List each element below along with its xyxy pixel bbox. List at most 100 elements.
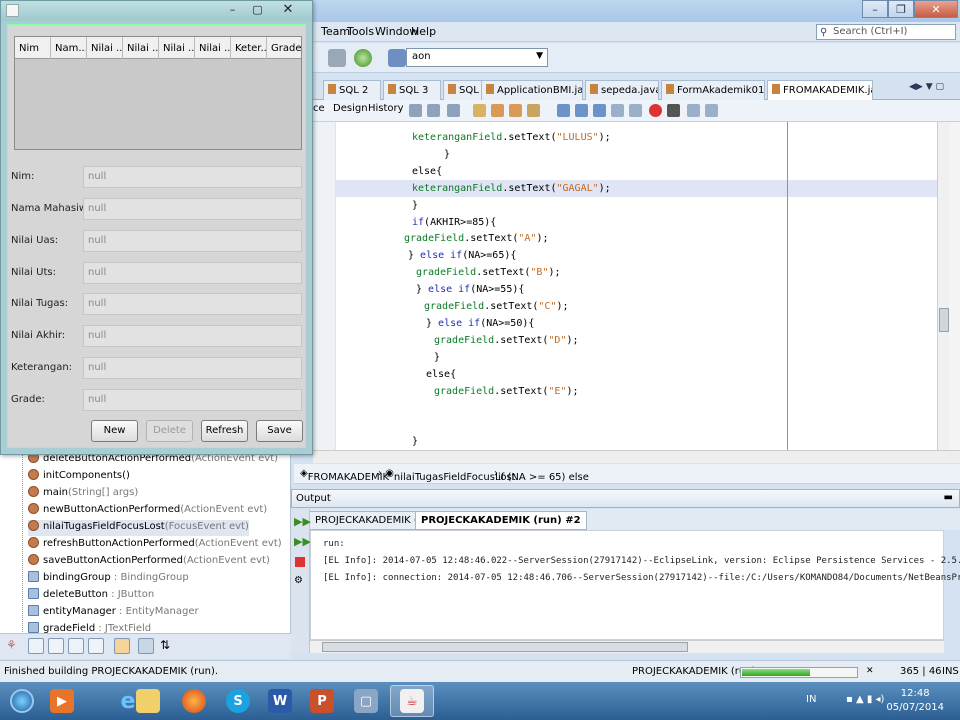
menu-help[interactable]: Help [411,25,436,38]
taskbar-powerpoint[interactable]: P [300,685,344,717]
column-header-nilai-uts[interactable]: Nilai ... [123,37,159,59]
stop-macro-icon[interactable] [667,104,680,117]
tab-formakademik01[interactable]: FormAkademik01.java [661,80,765,100]
tab-sepeda[interactable]: sepeda.java [585,80,659,100]
shift-right-icon[interactable] [629,104,642,117]
show-fields-icon[interactable] [68,638,84,654]
uncomment-icon[interactable] [705,104,718,117]
sort-name-icon[interactable] [28,638,44,654]
maximize-icon[interactable]: ▢ [245,2,270,19]
minimize-icon[interactable]: – [220,2,245,19]
output-console[interactable] [310,530,944,640]
nilai-akhir-field[interactable]: null [83,325,302,347]
tab-applicationbmi[interactable]: ApplicationBMI.java [481,80,583,100]
nilai-tugas-field[interactable]: null [83,293,302,315]
close-icon[interactable]: ✕ [914,0,958,18]
refresh-button[interactable]: Refresh [201,420,248,442]
find-previous-icon[interactable] [491,104,504,117]
navigator-item[interactable]: nilaiTugasFieldFocusLost(FocusEvent evt) [28,520,249,536]
input-language[interactable]: IN [806,694,816,705]
column-header-nama[interactable]: Nam... [51,37,87,59]
column-header-keterangan[interactable]: Keter... [231,37,267,59]
navigator-item[interactable]: bindingGroup : BindingGroup [28,571,189,587]
taskbar-skype[interactable]: S [216,685,260,717]
clock[interactable]: 12:48 05/07/2014 [886,687,944,715]
column-header-nilai-akhir[interactable]: Nilai ... [195,37,231,59]
tab-output-run-2[interactable]: PROJECKAKADEMIK (run) #2 [415,511,587,530]
column-header-nim[interactable]: Nim [15,37,51,59]
minimize-panel-icon[interactable]: ▬ [944,492,953,503]
data-table[interactable]: Nim Nam... Nilai ... Nilai ... Nilai ...… [14,36,302,150]
navigator-item[interactable]: refreshButtonActionPerformed(ActionEvent… [28,537,282,553]
editor-vertical-scrollbar[interactable] [937,122,949,450]
rerun-icon[interactable]: ▶▶ [294,515,311,528]
nilai-uts-field[interactable]: null [83,262,302,284]
show-inherited-icon[interactable] [114,638,130,654]
sort-icon[interactable]: ⇅ [160,638,176,654]
menu-tools[interactable]: Tools [347,25,374,38]
taskbar-java-app[interactable]: ☕ [390,685,434,717]
output-horizontal-scrollbar[interactable] [310,640,944,653]
find-next-icon[interactable] [509,104,522,117]
taskbar-media-player[interactable]: ▶ [40,685,84,717]
keterangan-field[interactable]: null [83,357,302,379]
nim-field[interactable]: null [83,166,302,188]
editor-horizontal-scrollbar[interactable] [313,450,960,463]
attach-debugger-icon[interactable] [388,49,406,67]
record-macro-icon[interactable] [649,104,662,117]
nilai-uas-field[interactable]: null [83,230,302,252]
navigator-item[interactable]: newButtonActionPerformed(ActionEvent evt… [28,503,267,519]
rerun-params-icon[interactable]: ▶▶ [294,535,311,548]
scroll-thumb[interactable] [322,642,688,652]
search-input[interactable]: ⚲ Search (Ctrl+I) [816,24,956,40]
show-static-icon[interactable] [88,638,104,654]
code-editor[interactable] [313,122,937,450]
history-button[interactable]: History [368,103,404,114]
find-icon[interactable] [473,104,486,117]
delete-button[interactable]: Delete [146,420,193,442]
breadcrumb-method[interactable]: › ◉ nilaiTugasFieldFocusLost [378,468,516,483]
shift-left-icon[interactable] [611,104,624,117]
close-task-icon[interactable]: ✕ [866,666,874,676]
back-icon[interactable] [409,104,422,117]
profile-icon[interactable] [354,49,372,67]
config-combo[interactable]: aon ▼ [406,48,548,67]
next-bookmark-icon[interactable] [575,104,588,117]
tab-fromakademik[interactable]: FROMAKADEMIK.java [767,80,873,100]
sort-source-icon[interactable] [48,638,64,654]
save-button[interactable]: Save [256,420,303,442]
tray-icons[interactable]: ▪ ▲ ▮ ◂) [846,694,884,705]
navigator-item[interactable]: deleteButton : JButton [28,588,154,604]
navigator-item[interactable]: entityManager : EntityManager [28,605,199,621]
taskbar-explorer[interactable] [126,685,170,717]
restore-icon[interactable]: ❐ [888,0,914,18]
start-button[interactable] [0,685,44,717]
comment-icon[interactable] [687,104,700,117]
breadcrumb-statement[interactable]: › if (NA >= 65) else [494,468,589,483]
stop-icon[interactable] [295,557,305,567]
build-icon[interactable] [328,49,346,67]
navigator-item[interactable]: main(String[] args) [28,486,138,502]
column-header-grade[interactable]: Grade [267,37,301,59]
toggle-highlight-icon[interactable] [527,104,540,117]
tab-sql-2[interactable]: SQL 2 [323,80,381,100]
scroll-thumb[interactable] [939,308,949,332]
forward-icon[interactable] [427,104,440,117]
menu-team[interactable]: Team [321,25,350,38]
column-header-nilai-tugas[interactable]: Nilai ... [159,37,195,59]
tab-scroll-arrows-icon[interactable]: ◀▶ ▼ ▢ [909,82,944,92]
column-header-nilai-uas[interactable]: Nilai ... [87,37,123,59]
grade-field[interactable]: null [83,389,302,411]
minimize-icon[interactable]: – [862,0,888,18]
taskbar-virtualbox[interactable]: ▢ [344,685,388,717]
new-button[interactable]: New [91,420,138,442]
source-button[interactable]: ce [313,103,325,114]
breadcrumb-class[interactable]: ◈ FROMAKADEMIK [300,468,389,483]
members-icon[interactable]: ⚘ [6,638,22,654]
nama-field[interactable]: null [83,198,302,220]
taskbar-firefox[interactable] [172,685,216,717]
close-icon[interactable]: ✕ [270,2,306,19]
taskbar-word[interactable]: W [258,685,302,717]
prev-bookmark-icon[interactable] [557,104,570,117]
tab-sql-3[interactable]: SQL 3 [383,80,441,100]
